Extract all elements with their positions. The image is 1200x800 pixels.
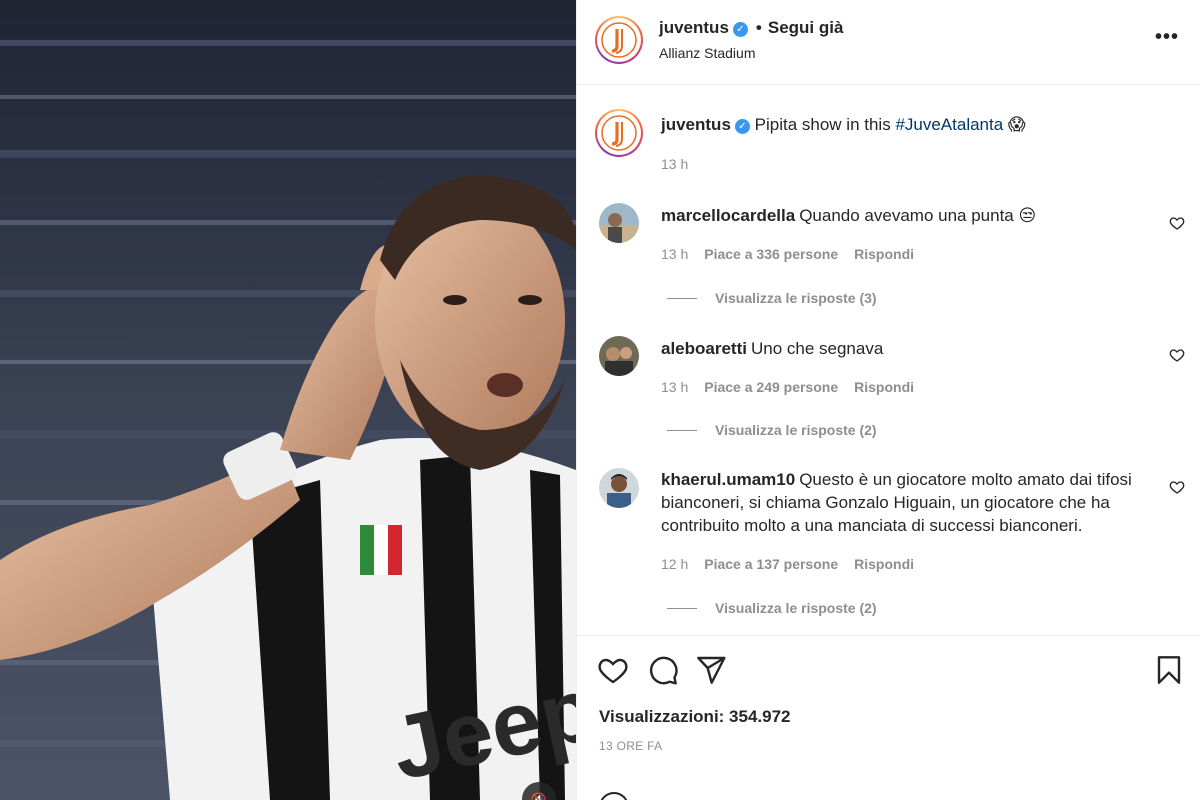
comment-like-heart-icon[interactable] [1169, 215, 1185, 231]
post-actions-bar: Visualizzazioni: 354.972 13 ORE FA [577, 635, 1200, 800]
comment-bubble-icon[interactable] [647, 654, 679, 686]
view-replies-label: Visualizza le risposte (2) [715, 600, 877, 616]
comment-username[interactable]: aleboaretti [661, 339, 747, 358]
juventus-logo-icon [601, 22, 637, 58]
post-video[interactable]: Jeep 🔇 [0, 0, 576, 800]
comment-body: Quando avevamo una punta 😒 [799, 206, 1037, 225]
video-frame-image: Jeep [0, 0, 576, 800]
comment-text: marcellocardella Quando avevamo una punta… [661, 204, 1161, 227]
scream-emoji: 😱 [1007, 115, 1026, 135]
reply-button[interactable]: Rispondi [854, 556, 914, 572]
commenter-avatar[interactable] [599, 203, 639, 243]
hashtag-link[interactable]: #JuveAtalanta [895, 115, 1003, 134]
account-avatar[interactable] [595, 16, 643, 64]
caption-body: Pipita show in this [754, 115, 896, 134]
comment-meta: 13 h Piace a 336 persone Rispondi [661, 246, 930, 262]
comment-like-heart-icon[interactable] [1169, 479, 1185, 495]
comment-likes[interactable]: Piace a 336 persone [704, 246, 838, 262]
comment-time[interactable]: 13 h [661, 246, 688, 262]
comment-time[interactable]: 12 h [661, 556, 688, 572]
comment-likes[interactable]: Piace a 137 persone [704, 556, 838, 572]
follow-status-button[interactable]: Segui già [768, 18, 844, 37]
share-paper-plane-icon[interactable] [695, 654, 727, 686]
save-bookmark-icon[interactable] [1153, 654, 1185, 686]
comment-text: khaerul.umam10 Questo è un giocatore molt… [661, 468, 1161, 537]
view-replies-button[interactable]: Visualizza le risposte (2) [667, 600, 877, 616]
comment-likes[interactable]: Piace a 249 persone [704, 379, 838, 395]
caption-text: juventus ✓ Pipita show in this #JuveAtala… [661, 115, 1026, 135]
caption-avatar[interactable] [595, 109, 643, 157]
replies-divider [667, 297, 697, 299]
commenter-avatar[interactable] [599, 468, 639, 508]
comment-text: aleboaretti Uno che segnava [661, 337, 1161, 360]
account-username[interactable]: juventus [659, 18, 729, 37]
post-header: juventus ✓ • Segui già Allianz Stadium ••• [577, 0, 1200, 85]
view-replies-button[interactable]: Visualizza le risposte (2) [667, 422, 877, 438]
comment-like-heart-icon[interactable] [1169, 347, 1185, 363]
replies-divider [667, 607, 697, 609]
emoji-picker-icon[interactable] [599, 792, 629, 800]
view-replies-label: Visualizza le risposte (2) [715, 422, 877, 438]
reply-button[interactable]: Rispondi [854, 246, 914, 262]
comment-username[interactable]: khaerul.umam10 [661, 470, 795, 489]
view-replies-button[interactable]: Visualizza le risposte (3) [667, 290, 877, 306]
view-count[interactable]: Visualizzazioni: 354.972 [599, 707, 791, 727]
comment-time[interactable]: 13 h [661, 379, 688, 395]
comment-body: Uno che segnava [750, 339, 884, 358]
separator-dot: • [755, 18, 762, 37]
verified-badge-icon: ✓ [732, 22, 748, 37]
reply-button[interactable]: Rispondi [854, 379, 914, 395]
caption-timestamp[interactable]: 13 h [661, 156, 688, 172]
more-options-icon[interactable]: ••• [1155, 26, 1179, 49]
comment-meta: 13 h Piace a 249 persone Rispondi [661, 379, 930, 395]
like-heart-icon[interactable] [597, 654, 629, 686]
post-timestamp[interactable]: 13 ORE FA [599, 739, 662, 753]
post-details-panel: juventus ✓ • Segui già Allianz Stadium ••• … [576, 0, 1200, 800]
view-replies-label: Visualizza le risposte (3) [715, 290, 877, 306]
juventus-logo-icon [601, 115, 637, 151]
comment-username[interactable]: marcellocardella [661, 206, 795, 225]
commenter-avatar[interactable] [599, 336, 639, 376]
post-location[interactable]: Allianz Stadium [659, 45, 756, 61]
verified-badge-icon: ✓ [734, 119, 750, 134]
comment-meta: 12 h Piace a 137 persone Rispondi [661, 556, 930, 572]
replies-divider [667, 429, 697, 431]
caption-username[interactable]: juventus [661, 115, 731, 134]
